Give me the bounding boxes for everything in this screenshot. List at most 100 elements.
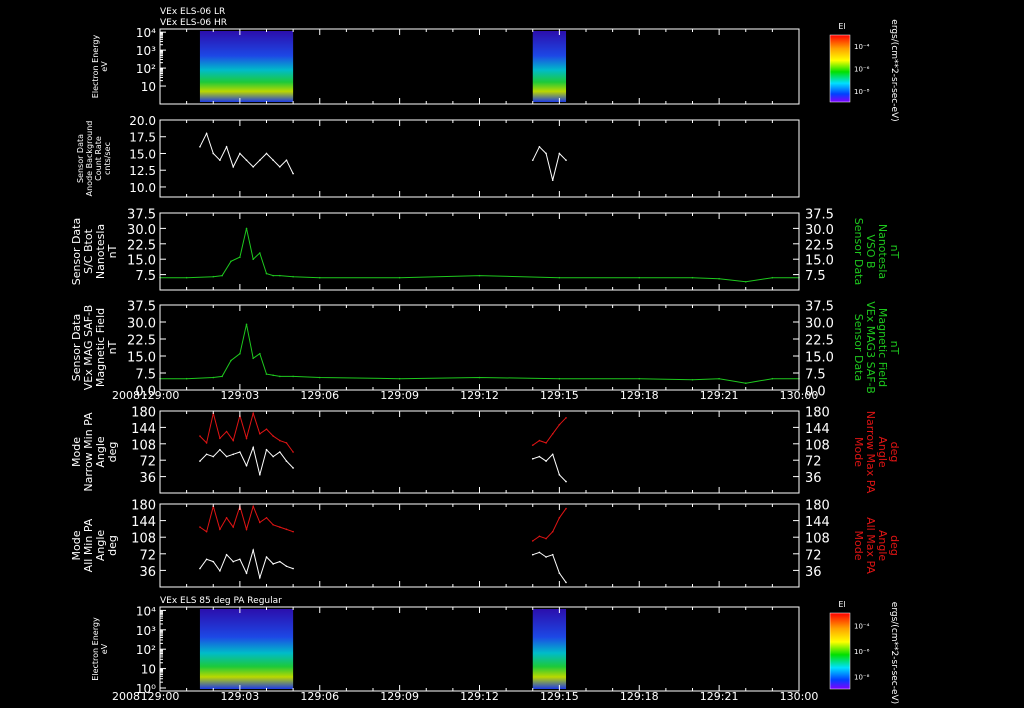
data-point — [239, 152, 241, 155]
y-axis-label-right: deg — [888, 442, 901, 463]
data-point — [285, 528, 288, 531]
data-point — [558, 572, 561, 574]
data-point — [259, 473, 261, 476]
y-axis-label: deg — [106, 442, 119, 463]
panel-p3: 7.5 7.515.0 15.022.5 22.530.0 30.037.5 37.5Se… — [70, 208, 901, 291]
y-tick-label: 7.5 — [135, 368, 156, 383]
multi-panel-chart: VEx ELS-06 LRVEx ELS-06 HR1010²10³10⁴Ele… — [70, 7, 901, 704]
data-point — [318, 376, 321, 379]
data-point — [531, 553, 534, 556]
y-tick-label: 10³ — [136, 44, 156, 58]
y-tick-label: 108 — [131, 532, 156, 547]
y-tick-label-right: 72 — [805, 548, 822, 563]
y-tick-label: 37.5 — [127, 208, 156, 223]
y-tick-label-right: 22.5 — [805, 238, 834, 253]
data-point — [232, 439, 235, 442]
y-axis-label: deg — [106, 535, 119, 556]
data-point — [318, 276, 321, 279]
y-axis-label-right: Sensor Data — [852, 314, 865, 381]
data-point — [225, 553, 228, 556]
y-tick-label-right: 108 — [805, 532, 830, 547]
data-point — [265, 517, 268, 519]
data-point — [245, 572, 248, 574]
y-tick-label-right: 144 — [805, 515, 830, 530]
panel-title: VEx ELS-06 LR — [160, 7, 225, 17]
x-tick-label: 130:00 — [780, 389, 819, 402]
data-point — [239, 352, 241, 355]
data-point — [272, 159, 274, 161]
data-point — [232, 560, 235, 563]
data-point — [185, 276, 188, 279]
data-point — [279, 526, 281, 528]
data-point — [558, 517, 561, 519]
data-point — [744, 280, 747, 283]
series-line — [160, 324, 799, 384]
y-tick-label: 15.0 — [127, 254, 156, 269]
data-point — [219, 448, 221, 451]
data-point — [771, 276, 774, 279]
data-point — [252, 446, 254, 449]
data-point — [205, 530, 208, 533]
data-point — [219, 570, 221, 572]
y-tick-label: 37.5 — [127, 300, 156, 315]
data-point — [531, 159, 534, 161]
x-tick-label: 129:21 — [700, 690, 739, 703]
data-point — [292, 567, 294, 570]
y-tick-label: 30.0 — [127, 223, 156, 238]
data-point — [279, 166, 281, 168]
series-line — [199, 504, 294, 533]
data-point — [292, 530, 294, 533]
data-point — [545, 460, 547, 462]
y-axis-label-right: All Max PA — [864, 517, 877, 574]
data-point — [252, 549, 254, 551]
y-axis-label-right: Mode — [852, 531, 865, 561]
y-axis-label: Sensor Data — [76, 134, 85, 183]
data-point — [252, 357, 254, 360]
data-point — [538, 145, 541, 148]
y-tick-label-right: 36 — [805, 565, 822, 580]
x-tick-label: 129:15 — [540, 389, 579, 402]
y-tick-label-right: 36 — [805, 471, 822, 486]
data-point — [252, 505, 254, 508]
series-line — [532, 508, 567, 542]
data-point — [239, 256, 241, 258]
data-point — [718, 377, 720, 380]
y-tick-label: 144 — [131, 422, 156, 437]
data-point — [285, 565, 288, 568]
colorbar — [829, 34, 851, 103]
series-line — [199, 411, 294, 453]
data-point — [551, 553, 554, 556]
y-axis-label-right: VEx MAG3 SAF-B — [864, 301, 877, 394]
data-point — [279, 439, 281, 442]
spectrogram-block — [532, 609, 567, 689]
panel-p5: 36 3672 72108 108144 144180 180Mode Narrow Min… — [70, 406, 901, 494]
colorbar-tick-label: 10⁻⁶ — [854, 66, 870, 74]
data-point — [279, 560, 281, 563]
plot-frame — [159, 119, 800, 198]
data-point — [212, 560, 215, 563]
y-tick-label: 10² — [136, 62, 156, 76]
y-tick-label: 22.5 — [127, 238, 156, 253]
x-tick-label: 129:12 — [460, 389, 499, 402]
y-tick-label: 36 — [139, 565, 156, 580]
data-point — [538, 535, 541, 538]
colorbar-tick-label: 10⁻⁸ — [854, 673, 870, 681]
y-tick-label: 10.0 — [129, 181, 156, 195]
y-axis-label: Electron Energy — [91, 35, 100, 99]
data-point — [259, 521, 261, 524]
data-point — [212, 455, 215, 458]
data-point — [230, 359, 232, 362]
y-tick-label: 72 — [139, 548, 156, 563]
data-point — [285, 159, 288, 161]
data-point — [551, 453, 554, 456]
x-tick-label: 129:18 — [620, 389, 659, 402]
data-point — [744, 382, 747, 385]
y-tick-label: 108 — [131, 438, 156, 453]
series-line — [532, 417, 567, 446]
data-point — [285, 460, 288, 462]
data-point — [225, 517, 228, 519]
data-point — [272, 374, 274, 377]
y-tick-label: 144 — [131, 515, 156, 530]
data-point — [232, 526, 235, 528]
data-point — [478, 376, 481, 379]
